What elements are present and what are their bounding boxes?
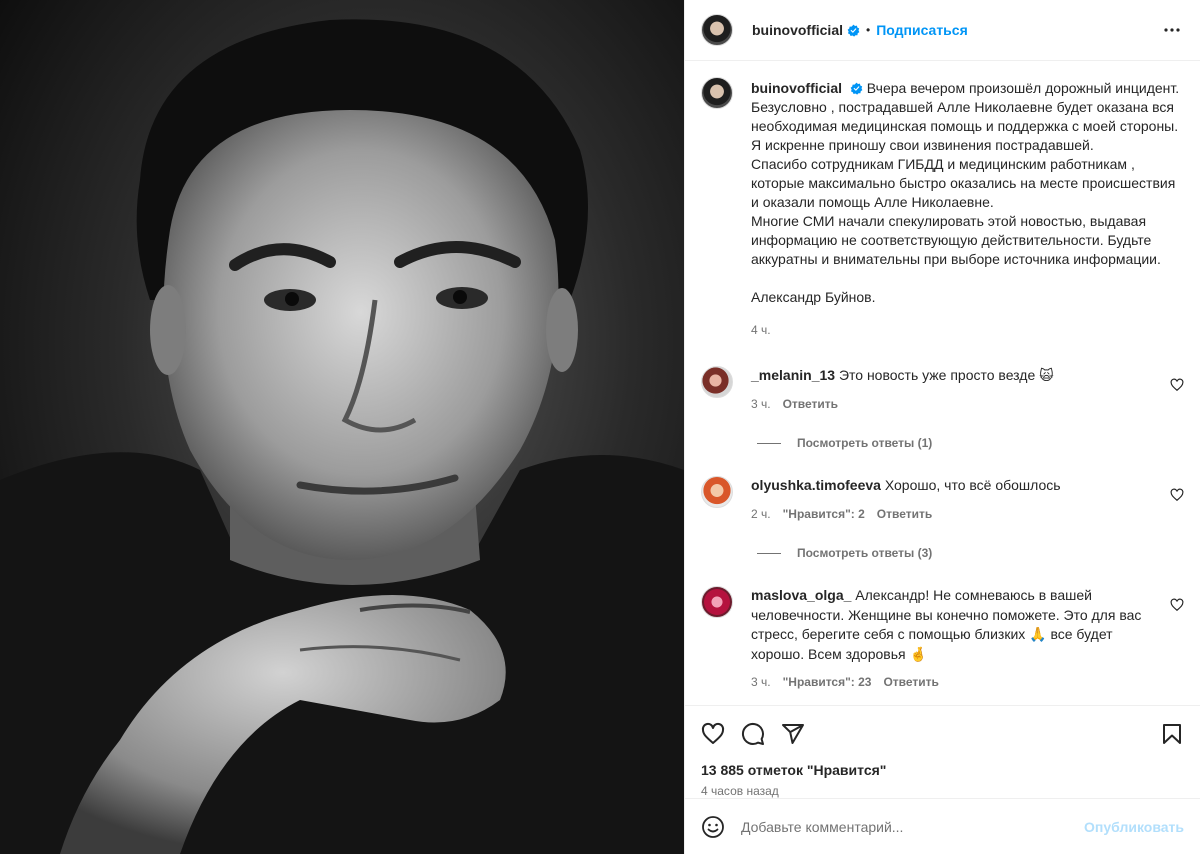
share-icon[interactable] bbox=[781, 722, 805, 746]
replies-divider bbox=[757, 442, 781, 444]
caption-text: Безусловно , пострадавшей Алле Николаевн… bbox=[751, 99, 1179, 267]
post-caption: buinovofficial Вчера вечером произошёл д… bbox=[701, 77, 1184, 340]
reply-button[interactable]: Ответить bbox=[883, 673, 938, 693]
heart-icon[interactable] bbox=[1170, 488, 1184, 502]
comment-username[interactable]: olyushka.timofeeva bbox=[751, 477, 881, 493]
comment-item: olyushka.timofeeva Хорошо, что всё обошл… bbox=[701, 476, 1184, 524]
comment-text: Хорошо, что всё обошлось bbox=[884, 477, 1061, 493]
comment-text: Это новость уже просто везде 🙀 bbox=[838, 367, 1054, 383]
likes-count[interactable]: 13 885 отметок "Нравится" bbox=[701, 762, 1184, 778]
post-header: buinovofficial • Подписаться bbox=[685, 0, 1200, 61]
reply-button[interactable]: Ответить bbox=[877, 505, 932, 525]
comments-list[interactable]: buinovofficial Вчера вечером произошёл д… bbox=[685, 61, 1200, 705]
avatar[interactable] bbox=[701, 366, 733, 398]
caption-lead-text: Вчера вечером произошёл дорожный инциден… bbox=[866, 80, 1180, 96]
post-photo[interactable] bbox=[0, 0, 684, 854]
post-side-panel: buinovofficial • Подписаться buinovoffic… bbox=[684, 0, 1200, 854]
avatar[interactable] bbox=[701, 14, 733, 46]
post-time[interactable]: 4 часов назад bbox=[701, 784, 1184, 798]
view-replies-label: Посмотреть ответы (1) bbox=[797, 436, 933, 450]
more-icon bbox=[1164, 28, 1180, 32]
more-options-button[interactable] bbox=[1160, 18, 1184, 42]
heart-icon[interactable] bbox=[1170, 378, 1184, 392]
avatar[interactable] bbox=[701, 476, 733, 508]
comment-input[interactable] bbox=[741, 818, 1085, 835]
avatar[interactable] bbox=[701, 77, 733, 109]
comment-icon[interactable] bbox=[741, 722, 765, 746]
post-dialog: buinovofficial • Подписаться buinovoffic… bbox=[0, 0, 1200, 854]
add-comment-bar: Опубликовать bbox=[685, 798, 1200, 854]
comment-time[interactable]: 3 ч. bbox=[751, 673, 771, 693]
publish-button[interactable]: Опубликовать bbox=[1084, 819, 1184, 835]
bookmark-icon[interactable] bbox=[1160, 722, 1184, 746]
verified-icon bbox=[847, 24, 860, 37]
comment-item: maslova_olga_ Александр! Не сомневаюсь в… bbox=[701, 586, 1184, 693]
portrait-image bbox=[0, 0, 684, 854]
header-username[interactable]: buinovofficial bbox=[752, 22, 843, 38]
heart-icon[interactable] bbox=[1170, 598, 1184, 612]
reply-button[interactable]: Ответить bbox=[783, 395, 838, 415]
follow-button[interactable]: Подписаться bbox=[876, 22, 968, 38]
verified-icon bbox=[850, 82, 863, 95]
separator-dot: • bbox=[866, 23, 871, 37]
caption-username[interactable]: buinovofficial bbox=[751, 80, 842, 96]
view-replies-label: Посмотреть ответы (3) bbox=[797, 546, 933, 560]
caption-time[interactable]: 4 ч. bbox=[751, 321, 1181, 340]
comment-username[interactable]: maslova_olga_ bbox=[751, 587, 851, 603]
view-replies-button[interactable]: Посмотреть ответы (3) bbox=[757, 546, 1184, 560]
caption-signature: Александр Буйнов. bbox=[751, 289, 876, 305]
comment-item: _melanin_13 Это новость уже просто везде… bbox=[701, 366, 1184, 414]
emoji-icon[interactable] bbox=[701, 815, 725, 839]
comment-username[interactable]: _melanin_13 bbox=[751, 367, 835, 383]
heart-icon[interactable] bbox=[701, 722, 725, 746]
comment-likes[interactable]: "Нравится": 23 bbox=[783, 673, 872, 693]
view-replies-button[interactable]: Посмотреть ответы (1) bbox=[757, 436, 1184, 450]
avatar[interactable] bbox=[701, 586, 733, 618]
replies-divider bbox=[757, 552, 781, 554]
comment-likes[interactable]: "Нравится": 2 bbox=[783, 505, 865, 525]
comment-time[interactable]: 2 ч. bbox=[751, 505, 771, 525]
comment-time[interactable]: 3 ч. bbox=[751, 395, 771, 415]
